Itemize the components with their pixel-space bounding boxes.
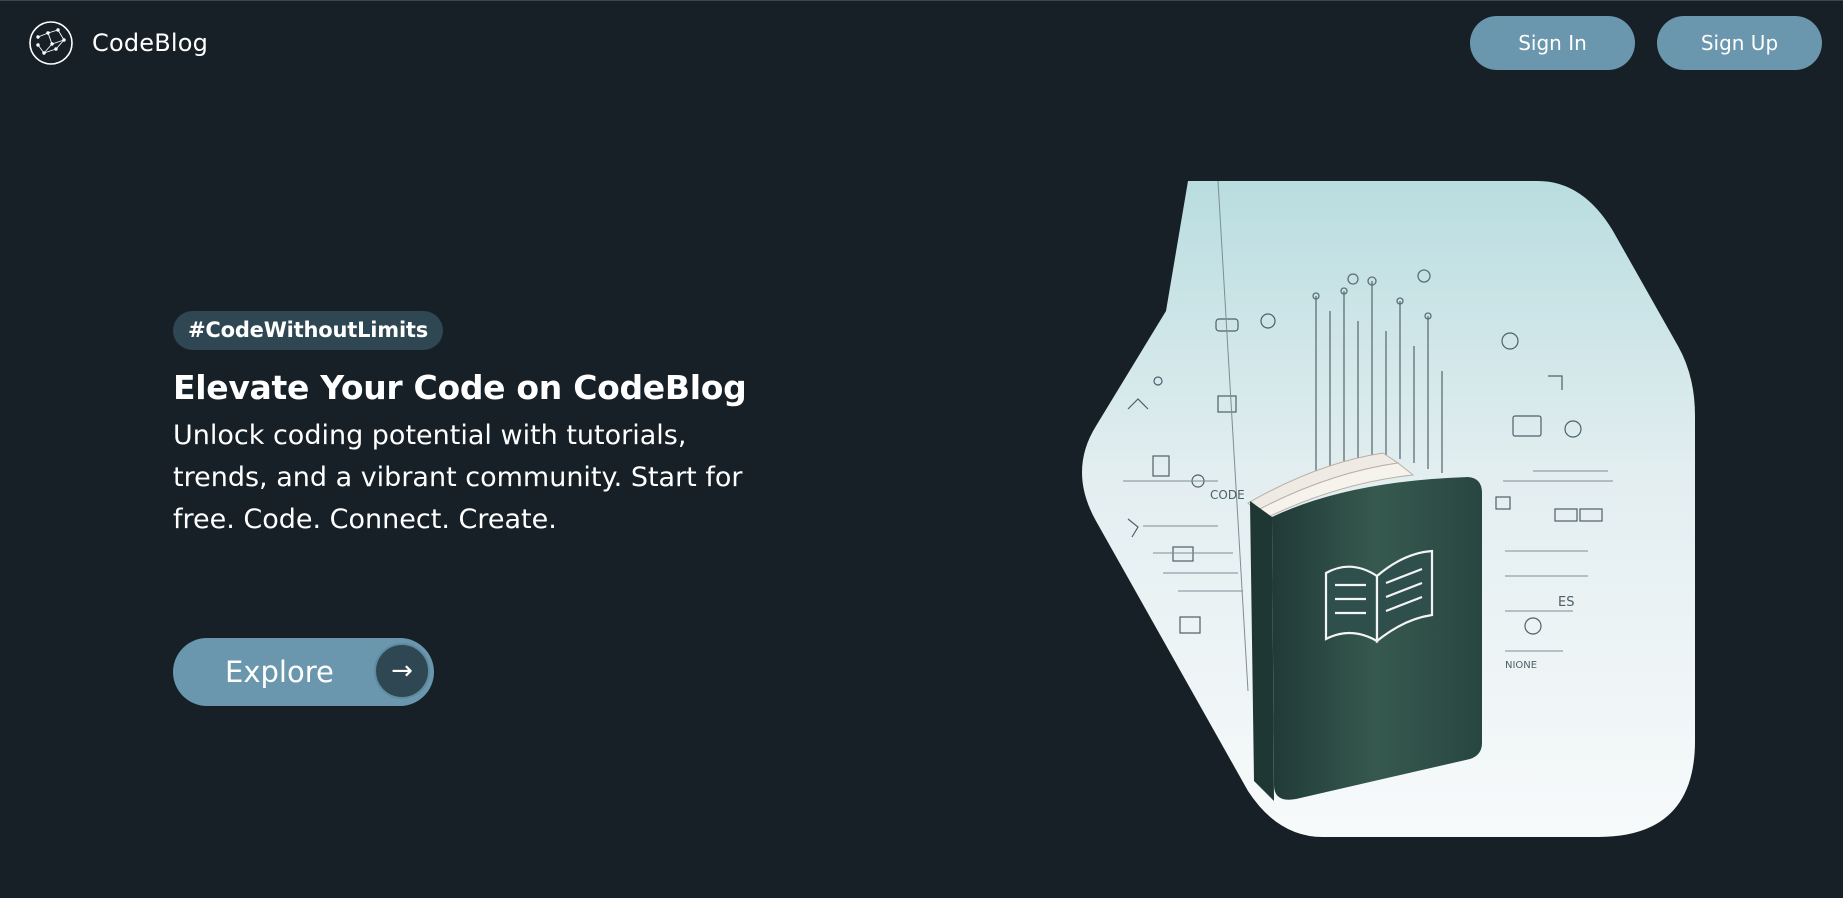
sign-up-button[interactable]: Sign Up [1657,16,1822,70]
auth-buttons: Sign In Sign Up [1470,16,1822,70]
hashtag-badge: #CodeWithoutLimits [173,311,444,350]
hero-headline: Elevate Your Code on CodeBlog [173,368,747,407]
hero-section: #CodeWithoutLimits Elevate Your Code on … [173,311,793,541]
hero-image: CODE ES NIONE [1082,181,1695,837]
brand-name: CodeBlog [92,29,209,57]
hero-subline: Unlock coding potential with tutorials, … [173,420,743,535]
illustration-code-text: CODE [1210,488,1245,502]
explore-button[interactable]: Explore → [173,638,434,706]
brand[interactable]: CodeBlog [28,20,208,66]
book-illustration [1247,452,1482,801]
illustration-es-text: ES [1558,595,1574,610]
sign-in-button[interactable]: Sign In [1470,16,1635,70]
illustration-nione-text: NIONE [1505,660,1537,671]
landing-page: CodeBlog Sign In Sign Up #CodeWithoutLim… [0,0,1843,898]
explore-label: Explore [225,655,334,689]
constellation-globe-icon [29,21,73,65]
arrow-right-icon: → [374,643,430,699]
